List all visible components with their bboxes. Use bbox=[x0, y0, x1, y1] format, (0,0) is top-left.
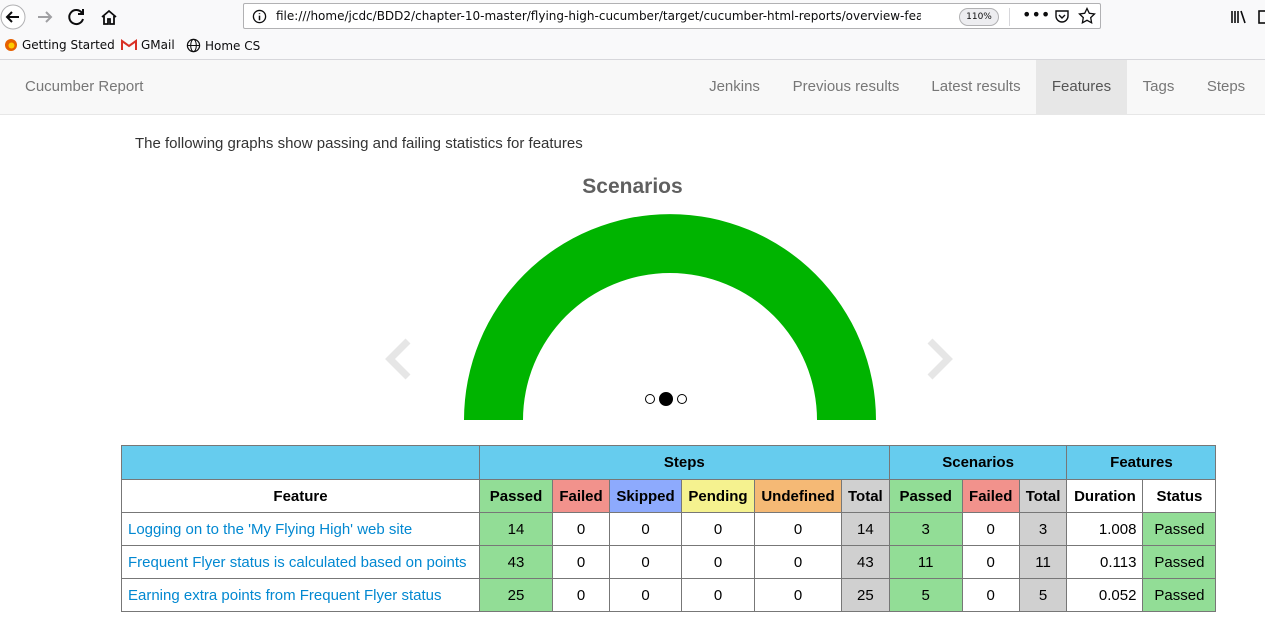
bookmark-home-cs[interactable]: Home CS bbox=[186, 38, 260, 53]
steps-pending-cell: 0 bbox=[681, 512, 755, 546]
steps-failed-cell: 0 bbox=[552, 512, 610, 546]
chart-slice-passed bbox=[464, 214, 876, 420]
steps-skipped-cell: 0 bbox=[609, 545, 682, 579]
bookmark-star-icon[interactable] bbox=[1078, 6, 1096, 29]
steps-pending-cell: 0 bbox=[681, 578, 755, 612]
scenarios-failed-cell: 0 bbox=[961, 512, 1020, 546]
chart-title: Scenarios bbox=[582, 175, 683, 198]
scenarios-failed-cell: 0 bbox=[961, 578, 1020, 612]
col-status[interactable]: Status bbox=[1142, 479, 1217, 513]
steps-passed-cell: 14 bbox=[479, 512, 553, 546]
col-steps-failed[interactable]: Failed bbox=[552, 479, 610, 513]
sidebar-icon[interactable] bbox=[1252, 4, 1265, 30]
bookmark-gmail[interactable]: GMail bbox=[121, 38, 175, 52]
group-header-blank bbox=[121, 445, 480, 480]
col-steps-passed[interactable]: Passed bbox=[479, 479, 553, 513]
steps-total-cell: 14 bbox=[841, 512, 890, 546]
carousel-dot[interactable] bbox=[677, 394, 687, 404]
bookmark-getting-started[interactable]: Getting Started bbox=[4, 38, 115, 52]
pocket-icon[interactable] bbox=[1054, 8, 1070, 28]
scenarios-failed-cell: 0 bbox=[961, 545, 1020, 579]
home-icon[interactable] bbox=[96, 4, 122, 30]
col-steps-pending[interactable]: Pending bbox=[681, 479, 755, 513]
back-icon[interactable] bbox=[0, 4, 26, 30]
url-bar[interactable]: file:///home/jcdc/BDD2/chapter-10-master… bbox=[243, 3, 1101, 29]
steps-skipped-cell: 0 bbox=[609, 512, 682, 546]
steps-passed-cell: 43 bbox=[479, 545, 553, 579]
steps-failed-cell: 0 bbox=[552, 545, 610, 579]
duration-cell: 0.052 bbox=[1066, 578, 1144, 612]
carousel-dot-active[interactable] bbox=[659, 392, 673, 406]
intro-text: The following graphs show passing and fa… bbox=[135, 135, 583, 152]
browser-toolbar: file:///home/jcdc/BDD2/chapter-10-master… bbox=[0, 0, 1265, 33]
col-steps-skipped[interactable]: Skipped bbox=[609, 479, 682, 513]
scenarios-passed-cell: 5 bbox=[888, 578, 963, 612]
scenarios-total-cell: 5 bbox=[1018, 578, 1068, 612]
steps-failed-cell: 0 bbox=[552, 578, 610, 612]
duration-cell: 0.113 bbox=[1066, 545, 1144, 579]
steps-total-cell: 43 bbox=[841, 545, 890, 579]
carousel-indicators bbox=[645, 392, 687, 406]
url-divider bbox=[1009, 8, 1010, 26]
feature-link[interactable]: Frequent Flyer status is calculated base… bbox=[121, 545, 480, 579]
zoom-level[interactable]: 110% bbox=[959, 8, 999, 26]
gmail-icon bbox=[121, 39, 137, 50]
nav-tags[interactable]: Tags bbox=[1127, 60, 1190, 115]
col-steps-total[interactable]: Total bbox=[841, 479, 890, 513]
nav-steps[interactable]: Steps bbox=[1190, 60, 1262, 115]
globe-icon bbox=[186, 38, 201, 53]
bookmark-label: Home CS bbox=[205, 38, 261, 53]
steps-undefined-cell: 0 bbox=[754, 578, 842, 612]
table-row: Earning extra points from Frequent Flyer… bbox=[121, 578, 1217, 612]
info-icon[interactable] bbox=[252, 9, 267, 28]
nav-previous-results[interactable]: Previous results bbox=[776, 60, 916, 115]
url-text[interactable]: file:///home/jcdc/BDD2/chapter-10-master… bbox=[276, 9, 921, 23]
brand-link[interactable]: Cucumber Report bbox=[25, 78, 143, 95]
bookmark-label: GMail bbox=[141, 38, 175, 52]
steps-undefined-cell: 0 bbox=[754, 512, 842, 546]
forward-icon[interactable] bbox=[32, 4, 58, 30]
scenarios-passed-cell: 3 bbox=[888, 512, 963, 546]
steps-total-cell: 25 bbox=[841, 578, 890, 612]
carousel-prev-icon[interactable] bbox=[378, 335, 418, 383]
col-scenarios-total[interactable]: Total bbox=[1018, 479, 1068, 513]
scenarios-total-cell: 3 bbox=[1018, 512, 1068, 546]
carousel-dot[interactable] bbox=[645, 394, 655, 404]
group-header-steps: Steps bbox=[479, 445, 890, 480]
scenarios-total-cell: 11 bbox=[1018, 545, 1068, 579]
duration-cell: 1.008 bbox=[1066, 512, 1144, 546]
steps-passed-cell: 25 bbox=[479, 578, 553, 612]
steps-skipped-cell: 0 bbox=[609, 578, 682, 612]
col-steps-undefined[interactable]: Undefined bbox=[754, 479, 842, 513]
steps-undefined-cell: 0 bbox=[754, 545, 842, 579]
col-scenarios-passed[interactable]: Passed bbox=[888, 479, 963, 513]
feature-link[interactable]: Logging on to the 'My Flying High' web s… bbox=[121, 512, 480, 546]
col-scenarios-failed[interactable]: Failed bbox=[961, 479, 1020, 513]
nav-jenkins[interactable]: Jenkins bbox=[693, 60, 776, 115]
features-stats-table: Steps Scenarios Features Feature Passed … bbox=[121, 445, 1217, 612]
library-icon[interactable] bbox=[1225, 4, 1251, 30]
nav-latest-results[interactable]: Latest results bbox=[916, 60, 1036, 115]
steps-pending-cell: 0 bbox=[681, 545, 755, 579]
table-row: Logging on to the 'My Flying High' web s… bbox=[121, 512, 1217, 546]
reload-icon[interactable] bbox=[64, 4, 90, 30]
feature-link[interactable]: Earning extra points from Frequent Flyer… bbox=[121, 578, 480, 612]
status-cell: Passed bbox=[1142, 578, 1217, 612]
page-actions-icon[interactable]: ••• bbox=[1022, 5, 1050, 24]
col-duration[interactable]: Duration bbox=[1066, 479, 1144, 513]
bookmark-label: Getting Started bbox=[22, 38, 115, 52]
group-header-scenarios: Scenarios bbox=[888, 445, 1068, 480]
report-navbar: Cucumber Report Jenkins Previous results… bbox=[0, 60, 1265, 115]
carousel-next-icon[interactable] bbox=[920, 335, 960, 383]
col-feature[interactable]: Feature bbox=[121, 479, 480, 513]
status-cell: Passed bbox=[1142, 512, 1217, 546]
group-header-features: Features bbox=[1066, 445, 1217, 480]
status-cell: Passed bbox=[1142, 545, 1217, 579]
firefox-icon bbox=[5, 39, 17, 51]
scenarios-passed-cell: 11 bbox=[888, 545, 963, 579]
bookmarks-toolbar: Getting Started GMail Home CS bbox=[0, 33, 1265, 60]
table-row: Frequent Flyer status is calculated base… bbox=[121, 545, 1217, 579]
nav-features[interactable]: Features bbox=[1036, 60, 1127, 115]
